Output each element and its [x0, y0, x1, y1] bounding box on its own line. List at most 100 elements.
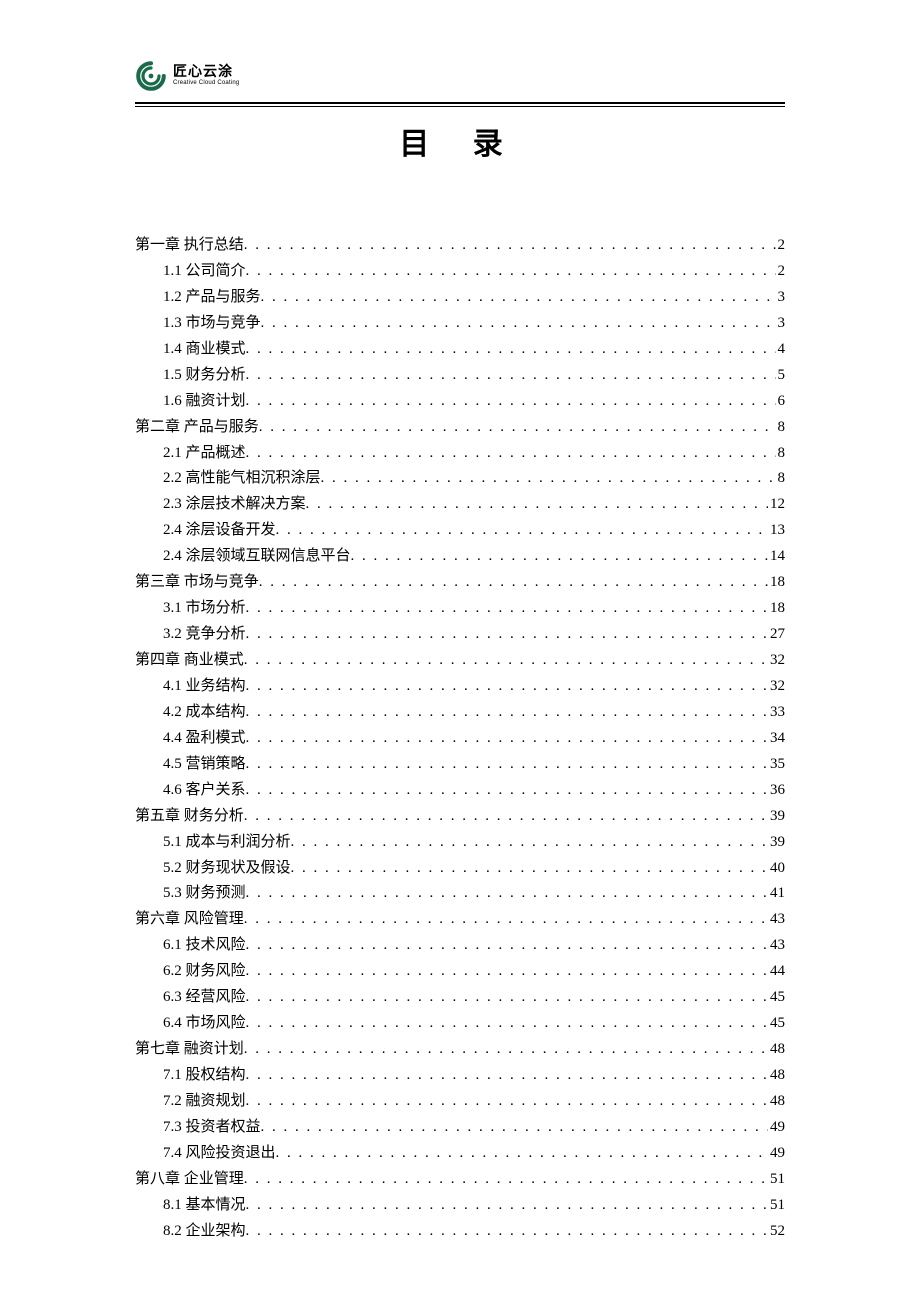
- toc-leader-dots: [246, 1063, 768, 1089]
- toc-row: 第七章 融资计划 48: [135, 1037, 785, 1063]
- toc-label: 5.2 财务现状及假设: [163, 856, 291, 882]
- toc-label: 4.4 盈利模式: [163, 726, 246, 752]
- toc-row: 4.6 客户关系36: [135, 778, 785, 804]
- toc-leader-dots: [246, 389, 776, 415]
- toc-label: 2.4 涂层领域互联网信息平台: [163, 544, 351, 570]
- toc-label: 7.4 风险投资退出: [163, 1141, 276, 1167]
- toc-leader-dots: [246, 363, 776, 389]
- toc-label: 2.1 产品概述: [163, 441, 246, 467]
- toc-page-number: 49: [768, 1115, 785, 1141]
- toc-row: 4.1 业务结构32: [135, 674, 785, 700]
- toc-page-number: 27: [768, 622, 785, 648]
- toc-row: 4.2 成本结构33: [135, 700, 785, 726]
- toc-page-number: 45: [768, 985, 785, 1011]
- toc-leader-dots: [246, 959, 768, 985]
- toc-label: 1.6 融资计划: [163, 389, 246, 415]
- toc-page-number: 8: [776, 441, 786, 467]
- toc-leader-dots: [261, 311, 776, 337]
- toc-row: 第一章 执行总结 2: [135, 233, 785, 259]
- logo-english: Creative Cloud Coating: [173, 80, 239, 86]
- toc-row: 6.2 财务风险 44: [135, 959, 785, 985]
- toc-page-number: 36: [768, 778, 785, 804]
- toc-label: 1.3 市场与竞争: [163, 311, 261, 337]
- toc-label: 3.2 竞争分析: [163, 622, 246, 648]
- toc-leader-dots: [244, 907, 768, 933]
- toc-page-number: 3: [776, 285, 786, 311]
- toc-page-number: 33: [768, 700, 785, 726]
- toc-leader-dots: [246, 259, 776, 285]
- toc-page-number: 48: [768, 1037, 785, 1063]
- toc-leader-dots: [261, 1115, 768, 1141]
- toc-row: 5.1 成本与利润分析 39: [135, 830, 785, 856]
- toc-leader-dots: [261, 285, 776, 311]
- toc-page-number: 39: [768, 804, 785, 830]
- toc-page-number: 8: [776, 466, 786, 492]
- toc-label: 第三章 市场与竞争: [135, 570, 259, 596]
- toc-label: 1.2 产品与服务: [163, 285, 261, 311]
- toc-row: 3.1 市场分析18: [135, 596, 785, 622]
- toc-row: 第四章 商业模式 32: [135, 648, 785, 674]
- toc-leader-dots: [246, 622, 768, 648]
- toc-page-number: 34: [768, 726, 785, 752]
- toc-page-number: 4: [776, 337, 786, 363]
- toc-leader-dots: [244, 1167, 768, 1193]
- toc-row: 7.4 风险投资退出49: [135, 1141, 785, 1167]
- toc-page-number: 13: [768, 518, 785, 544]
- toc-leader-dots: [246, 752, 768, 778]
- toc-leader-dots: [259, 415, 776, 441]
- toc-row: 4.5 营销策略35: [135, 752, 785, 778]
- toc-row: 1.5 财务分析5: [135, 363, 785, 389]
- toc-label: 第八章 企业管理: [135, 1167, 244, 1193]
- toc-row: 3.2 竞争分析 27: [135, 622, 785, 648]
- toc-page-number: 48: [768, 1089, 785, 1115]
- toc-label: 第四章 商业模式: [135, 648, 244, 674]
- toc-row: 第六章 风险管理 43: [135, 907, 785, 933]
- toc-page-number: 12: [768, 492, 785, 518]
- toc-label: 4.5 营销策略: [163, 752, 246, 778]
- toc-leader-dots: [276, 518, 768, 544]
- page-title: 目 录: [135, 119, 785, 163]
- page-header: 匠心云涂 Creative Cloud Coating: [135, 60, 785, 98]
- toc-leader-dots: [244, 648, 768, 674]
- toc-label: 4.1 业务结构: [163, 674, 246, 700]
- toc-row: 1.4 商业模式 4: [135, 337, 785, 363]
- toc-label: 2.4 涂层设备开发: [163, 518, 276, 544]
- toc-leader-dots: [246, 441, 776, 467]
- toc-leader-dots: [246, 596, 768, 622]
- document-page: 匠心云涂 Creative Cloud Coating 目 录 第一章 执行总结…: [0, 0, 920, 1305]
- toc-page-number: 43: [768, 933, 785, 959]
- toc-leader-dots: [351, 544, 768, 570]
- toc-row: 第八章 企业管理 51: [135, 1167, 785, 1193]
- toc-row: 2.2 高性能气相沉积涂层 8: [135, 466, 785, 492]
- toc-label: 7.2 融资规划: [163, 1089, 246, 1115]
- toc-page-number: 44: [768, 959, 785, 985]
- toc-leader-dots: [246, 778, 768, 804]
- toc-label: 8.1 基本情况: [163, 1193, 246, 1219]
- toc-leader-dots: [291, 830, 768, 856]
- toc-page-number: 8: [776, 415, 786, 441]
- toc-page-number: 32: [768, 648, 785, 674]
- toc-page-number: 18: [768, 596, 785, 622]
- toc-leader-dots: [246, 1011, 768, 1037]
- toc-leader-dots: [246, 1219, 768, 1245]
- toc-leader-dots: [244, 1037, 768, 1063]
- toc-page-number: 2: [776, 233, 786, 259]
- toc-leader-dots: [246, 337, 776, 363]
- toc-label: 1.4 商业模式: [163, 337, 246, 363]
- toc-row: 5.2 财务现状及假设 40: [135, 856, 785, 882]
- toc-row: 8.2 企业架构52: [135, 1219, 785, 1245]
- toc-page-number: 52: [768, 1219, 785, 1245]
- toc-label: 5.3 财务预测: [163, 881, 246, 907]
- logo-icon: [135, 60, 167, 92]
- toc-row: 6.4 市场风险 45: [135, 1011, 785, 1037]
- toc-row: 第五章 财务分析 39: [135, 804, 785, 830]
- toc-page-number: 3: [776, 311, 786, 337]
- toc-row: 1.2 产品与服务 3: [135, 285, 785, 311]
- toc-page-number: 14: [768, 544, 785, 570]
- toc-leader-dots: [246, 726, 768, 752]
- toc-leader-dots: [244, 804, 768, 830]
- logo: 匠心云涂 Creative Cloud Coating: [135, 60, 255, 92]
- toc-page-number: 18: [768, 570, 785, 596]
- toc-row: 1.1 公司简介2: [135, 259, 785, 285]
- toc-page-number: 51: [768, 1167, 785, 1193]
